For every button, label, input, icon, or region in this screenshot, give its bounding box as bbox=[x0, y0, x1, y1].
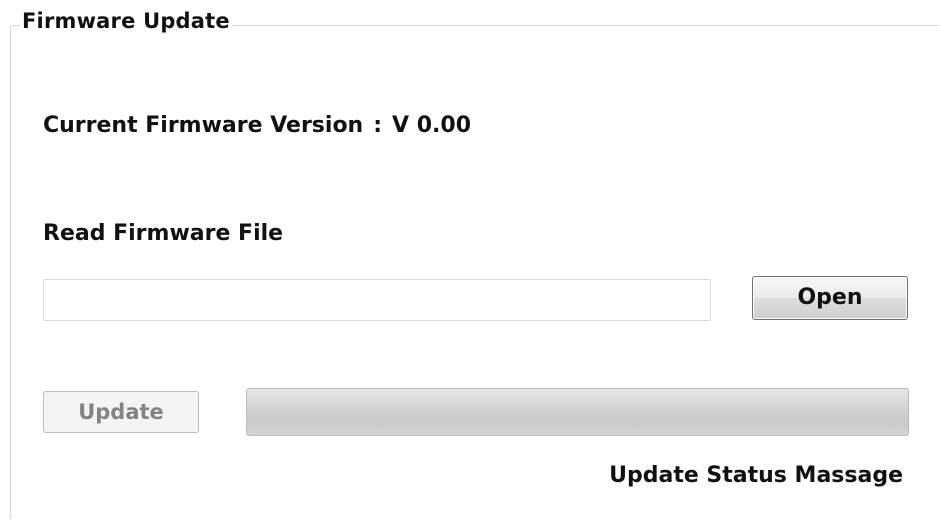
firmware-version-value: V 0.00 bbox=[392, 113, 471, 138]
update-progress-bar bbox=[246, 388, 909, 436]
update-button[interactable]: Update bbox=[43, 391, 199, 433]
groupbox-title: Firmware Update bbox=[20, 8, 233, 34]
firmware-update-groupbox bbox=[10, 25, 939, 519]
firmware-version-label: Current Firmware Version bbox=[43, 113, 364, 138]
update-status-message: Update Status Massage bbox=[609, 463, 903, 488]
read-firmware-file-label: Read Firmware File bbox=[43, 221, 284, 246]
firmware-file-path-input[interactable] bbox=[43, 279, 711, 321]
open-button[interactable]: Open bbox=[752, 276, 908, 320]
firmware-version-separator: : bbox=[373, 113, 383, 138]
firmware-version-row: Current Firmware Version: V 0.00 bbox=[43, 112, 471, 140]
